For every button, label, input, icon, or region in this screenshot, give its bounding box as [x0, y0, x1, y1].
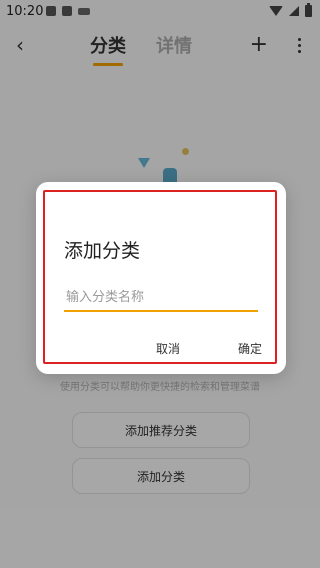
category-name-input[interactable] [64, 282, 258, 312]
dialog-actions: 取消 确定 [156, 336, 262, 361]
confirm-button[interactable]: 确定 [238, 336, 262, 361]
dialog-title: 添加分类 [64, 240, 141, 262]
cancel-button[interactable]: 取消 [156, 336, 180, 361]
app-root: 10:20 ‹ 分类 详情 + 使用分类可以帮助你更快捷的检索和管理菜谱 添加推… [0, 0, 320, 568]
